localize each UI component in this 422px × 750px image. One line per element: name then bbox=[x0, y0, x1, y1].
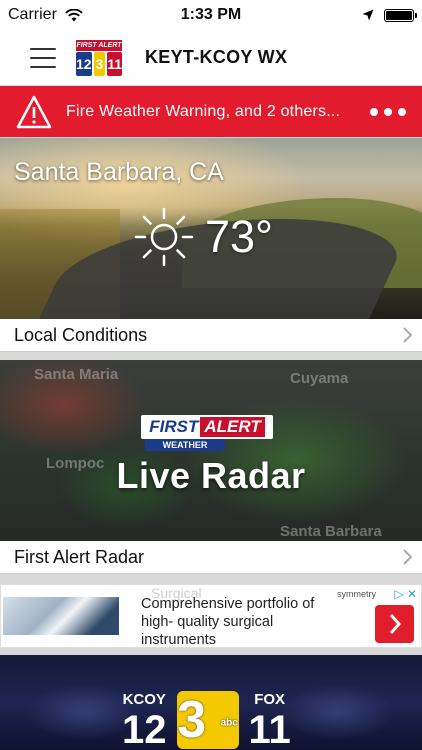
logo-first: FIRST bbox=[149, 417, 199, 436]
more-options-icon[interactable] bbox=[370, 107, 406, 116]
fox-11-logo: FOX 11 bbox=[248, 691, 291, 750]
status-right bbox=[362, 8, 417, 22]
warning-icon bbox=[16, 95, 52, 128]
logo-top-text: FIRST ALERT bbox=[76, 39, 122, 51]
app-header: FIRST ALERT 12 3 11 KEYT-KCOY WX bbox=[0, 30, 422, 85]
live-radar-title: Live Radar bbox=[116, 455, 306, 496]
logo-num-right: 11 bbox=[107, 51, 122, 76]
status-bar: Carrier 1:33 PM bbox=[0, 0, 422, 30]
logo-alert: ALERT bbox=[200, 417, 265, 437]
logo-weather: WEATHER bbox=[145, 439, 225, 451]
logo-num-middle: 3 bbox=[93, 51, 106, 76]
local-conditions-footer[interactable]: Local Conditions bbox=[0, 319, 422, 352]
chevron-right-icon bbox=[403, 327, 412, 343]
first-alert-logo-text: FIRST ALERT bbox=[141, 415, 273, 439]
alert-text: Fire Weather Warning, and 2 others... bbox=[66, 102, 341, 120]
logo-num-left: 12 bbox=[76, 51, 92, 76]
chevron-right-icon bbox=[403, 549, 412, 565]
battery-icon bbox=[384, 8, 417, 22]
map-label-cuyama: Cuyama bbox=[290, 370, 349, 387]
first-alert-weather-logo: FIRST ALERT WEATHER bbox=[141, 415, 273, 451]
news-video-card[interactable]: KCOY 12 3 abc FOX 11 bbox=[0, 655, 422, 750]
local-conditions-label: Local Conditions bbox=[14, 324, 148, 345]
sunny-icon bbox=[134, 207, 194, 267]
wifi-icon bbox=[65, 8, 83, 21]
menu-icon[interactable] bbox=[30, 47, 56, 68]
ad-choices-icon[interactable]: ▷ ✕ bbox=[387, 587, 417, 601]
station-logo: FIRST ALERT 12 3 11 bbox=[76, 39, 122, 76]
city-name: Santa Barbara, CA bbox=[14, 158, 224, 186]
temperature: 73° bbox=[205, 211, 274, 262]
chevron-right-icon bbox=[389, 614, 401, 634]
ad-banner[interactable]: Surgical Comprehensive portfolio of high… bbox=[0, 584, 422, 648]
weather-alert-banner[interactable]: Fire Weather Warning, and 2 others... bbox=[0, 86, 422, 137]
battery-level bbox=[386, 10, 412, 20]
kcoy-logo: KCOY 12 bbox=[122, 691, 167, 750]
ad-open-button[interactable] bbox=[375, 605, 414, 643]
conditions-background-image: Santa Barbara, CA 73° bbox=[0, 138, 422, 319]
ad-product-image bbox=[3, 597, 119, 635]
radar-footer[interactable]: First Alert Radar bbox=[0, 541, 422, 574]
current-weather: 73° bbox=[133, 206, 273, 268]
local-conditions-card[interactable]: Santa Barbara, CA 73° Local Conditions bbox=[0, 138, 422, 352]
status-left: Carrier bbox=[8, 6, 362, 24]
radar-background-image: Santa Maria Cuyama Lompoc Santa Barbara … bbox=[0, 360, 422, 541]
ad-text: Comprehensive portfolio of high- quality… bbox=[141, 596, 315, 648]
carrier-label: Carrier bbox=[8, 6, 57, 23]
map-label-santa-barbara: Santa Barbara bbox=[280, 523, 382, 540]
logo-numbers: 12 3 11 bbox=[76, 51, 122, 76]
station-logos: KCOY 12 3 abc FOX 11 bbox=[122, 691, 291, 750]
location-arrow-icon bbox=[362, 9, 374, 21]
app-title: KEYT-KCOY WX bbox=[145, 47, 288, 67]
abc-3-logo: 3 abc bbox=[176, 691, 239, 749]
radar-footer-label: First Alert Radar bbox=[14, 546, 145, 567]
first-alert-radar-card[interactable]: Santa Maria Cuyama Lompoc Santa Barbara … bbox=[0, 360, 422, 574]
ad-brand: symmetry bbox=[337, 589, 376, 599]
map-label-santa-maria: Santa Maria bbox=[34, 366, 119, 383]
